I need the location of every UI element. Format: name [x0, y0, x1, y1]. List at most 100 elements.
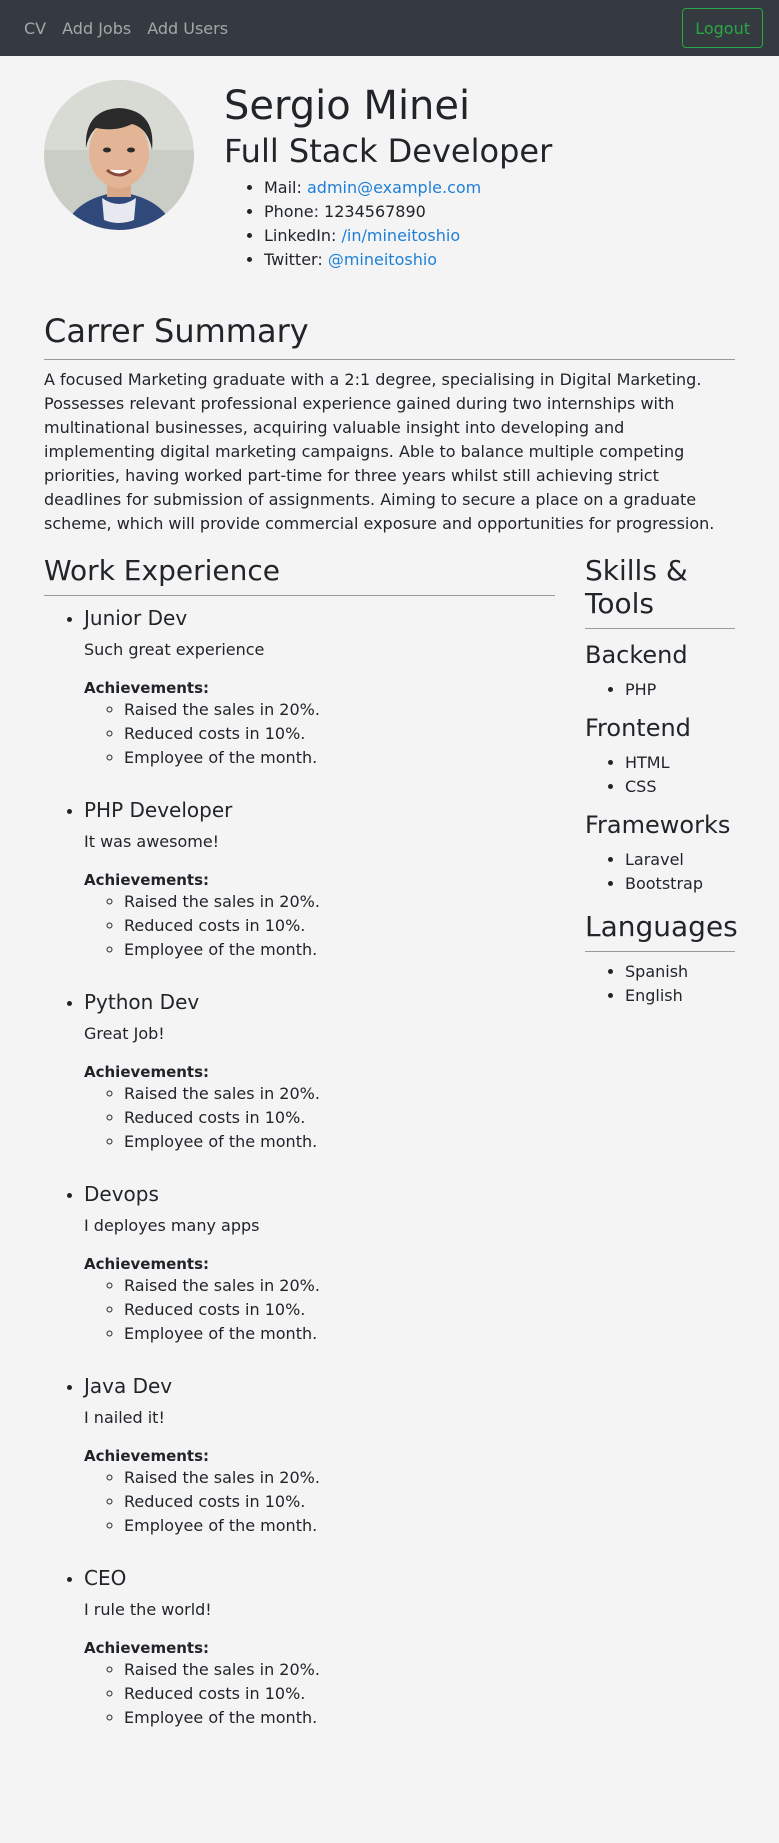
achievement-item: Employee of the month.	[124, 746, 555, 770]
skill-group-title: Frontend	[585, 713, 691, 742]
achievement-item: Reduced costs in 10%.	[124, 722, 555, 746]
skill-list: LaravelBootstrap	[585, 848, 735, 896]
skills-section: Skills & Tools Backend PHP Frontend HTMLCSS…	[585, 553, 738, 1758]
achievement-item: Raised the sales in 20%.	[124, 1082, 555, 1106]
skill-list: HTMLCSS	[585, 751, 735, 799]
contact-list: Mail: admin@example.com Phone: 123456789…	[224, 176, 552, 272]
job-item: Java Dev I nailed it! Achievements:Raised …	[84, 1374, 555, 1538]
contact-label: LinkedIn:	[264, 226, 342, 246]
skill-groups: Backend PHP Frontend HTMLCSS Frameworks Larav…	[585, 641, 735, 896]
contact-linkedin: LinkedIn: /in/mineitoshio	[264, 224, 552, 248]
contact-mail: Mail: admin@example.com	[264, 176, 552, 200]
language-item: Spanish	[625, 960, 735, 984]
achievement-item: Employee of the month.	[124, 1706, 555, 1730]
job-title: Devops	[84, 1181, 159, 1206]
nav-link-add-users[interactable]: Add Users	[147, 19, 228, 38]
work-heading: Work Experience	[44, 553, 280, 587]
navbar: CV Add Jobs Add Users Logout	[0, 0, 779, 56]
nav-links: CV Add Jobs Add Users	[24, 19, 682, 38]
skill-list: PHP	[585, 678, 735, 702]
achievement-item: Raised the sales in 20%.	[124, 1274, 555, 1298]
achievement-item: Reduced costs in 10%.	[124, 1106, 555, 1130]
skill-item: HTML	[625, 751, 735, 775]
jobs-list: Junior Dev Such great experience Achieveme…	[44, 606, 555, 1730]
twitter-link[interactable]: @mineitoshio	[328, 250, 437, 269]
summary-heading: Carrer Summary	[44, 312, 309, 351]
job-item: Python Dev Great Job! Achievements:Raised …	[84, 990, 555, 1154]
nav-link-cv[interactable]: CV	[24, 19, 46, 38]
job-description: I nailed it!	[84, 1407, 165, 1427]
avatar	[44, 80, 194, 230]
achievements-label: Achievements:	[84, 1446, 210, 1465]
job-description: Such great experience	[84, 639, 265, 659]
job-description: Great Job!	[84, 1023, 165, 1043]
job-item: CEO I rule the world! Achievements:Raised …	[84, 1566, 555, 1730]
achievements-list: Raised the sales in 20%.Reduced costs in…	[84, 1082, 555, 1154]
profile-photo-icon	[44, 80, 194, 230]
contact-label: Phone:	[264, 202, 325, 222]
job-description: I deployes many apps	[84, 1215, 260, 1235]
languages-list: SpanishEnglish	[585, 960, 735, 1008]
skill-item: Bootstrap	[625, 872, 735, 896]
work-experience-section: Work Experience Junior Dev Such great exp…	[44, 554, 555, 1758]
skills-heading: Skills & Tools	[585, 553, 688, 620]
achievements-list: Raised the sales in 20%.Reduced costs in…	[84, 698, 555, 770]
skill-group-title: Backend	[585, 640, 688, 669]
achievements-list: Raised the sales in 20%.Reduced costs in…	[84, 1658, 555, 1730]
languages-heading: Languages	[585, 909, 738, 943]
achievements-list: Raised the sales in 20%.Reduced costs in…	[84, 890, 555, 962]
profile-info: Sergio Minei Full Stack Developer Mail: …	[224, 80, 552, 272]
achievement-item: Employee of the month.	[124, 938, 555, 962]
achievement-item: Raised the sales in 20%.	[124, 1658, 555, 1682]
job-description: I rule the world!	[84, 1599, 212, 1619]
skill-item: Laravel	[625, 848, 735, 872]
achievement-item: Reduced costs in 10%.	[124, 1490, 555, 1514]
achievements-list: Raised the sales in 20%.Reduced costs in…	[84, 1466, 555, 1538]
job-item: Junior Dev Such great experience Achieveme…	[84, 606, 555, 770]
job-title: Python Dev	[84, 989, 200, 1014]
contact-twitter: Twitter: @mineitoshio	[264, 248, 552, 272]
language-item: English	[625, 984, 735, 1008]
achievements-label: Achievements:	[84, 1062, 210, 1081]
job-title: PHP Developer	[84, 797, 233, 822]
job-title: Junior Dev	[84, 605, 188, 630]
phone-value: 1234567890	[324, 202, 426, 222]
contact-phone: Phone: 1234567890	[264, 200, 552, 224]
job-description: It was awesome!	[84, 831, 220, 851]
main-content: Sergio Minei Full Stack Developer Mail: …	[0, 56, 779, 1798]
contact-label: Mail:	[264, 178, 307, 198]
achievement-item: Employee of the month.	[124, 1514, 555, 1538]
linkedin-link[interactable]: /in/mineitoshio	[342, 226, 461, 245]
job-title: Java Dev	[84, 1373, 173, 1398]
achievements-label: Achievements:	[84, 678, 210, 697]
achievement-item: Reduced costs in 10%.	[124, 1298, 555, 1322]
profile-name: Sergio Minei	[224, 83, 471, 129]
summary-text: A focused Marketing graduate with a 2:1 …	[44, 369, 715, 533]
achievement-item: Raised the sales in 20%.	[124, 1466, 555, 1490]
divider	[44, 594, 555, 596]
achievements-list: Raised the sales in 20%.Reduced costs in…	[84, 1274, 555, 1346]
profile-title: Full Stack Developer	[224, 132, 553, 170]
logout-button[interactable]: Logout	[682, 8, 763, 48]
achievement-item: Employee of the month.	[124, 1130, 555, 1154]
mail-link[interactable]: admin@example.com	[307, 178, 481, 197]
skill-item: CSS	[625, 775, 735, 799]
profile-header: Sergio Minei Full Stack Developer Mail: …	[44, 80, 735, 272]
achievement-item: Raised the sales in 20%.	[124, 890, 555, 914]
achievement-item: Employee of the month.	[124, 1322, 555, 1346]
divider	[585, 627, 735, 629]
divider	[585, 950, 735, 952]
achievements-label: Achievements:	[84, 1254, 210, 1273]
achievement-item: Raised the sales in 20%.	[124, 698, 555, 722]
achievements-label: Achievements:	[84, 870, 210, 889]
skill-group-title: Frameworks	[585, 810, 731, 839]
job-title: CEO	[84, 1565, 127, 1590]
content-columns: Work Experience Junior Dev Such great exp…	[44, 553, 738, 1758]
contact-label: Twitter:	[264, 250, 328, 270]
divider	[44, 358, 735, 360]
job-item: PHP Developer It was awesome! Achievements…	[84, 798, 555, 962]
skill-item: PHP	[625, 678, 735, 702]
achievement-item: Reduced costs in 10%.	[124, 914, 555, 938]
nav-link-add-jobs[interactable]: Add Jobs	[62, 19, 131, 38]
achievements-label: Achievements:	[84, 1638, 210, 1657]
